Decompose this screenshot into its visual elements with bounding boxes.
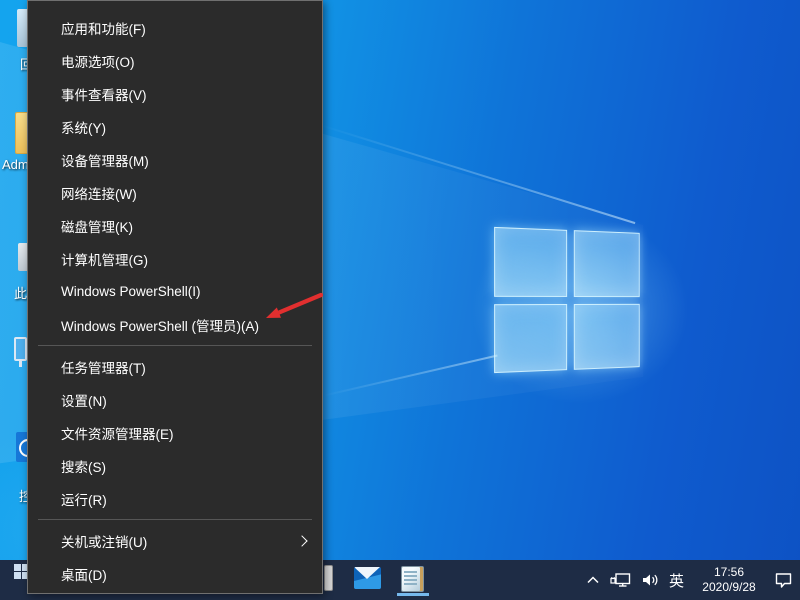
menu-item-file-explorer[interactable]: 文件资源管理器(E) (28, 416, 322, 449)
control-panel-icon[interactable] (16, 432, 27, 462)
shortcut-icon[interactable] (18, 243, 27, 271)
menu-item-label: Windows PowerShell(I) (61, 284, 201, 299)
mail-icon[interactable] (354, 567, 381, 589)
shortcut-label: 此 (14, 283, 27, 302)
folder-icon[interactable] (15, 112, 27, 154)
logo-pane (494, 304, 567, 374)
menu-item-event-viewer[interactable]: 事件查看器(V) (28, 77, 322, 110)
display-icon[interactable] (14, 337, 27, 361)
taskbar-clock[interactable]: 17:56 2020/9/28 (694, 565, 764, 595)
chevron-right-icon (296, 535, 307, 546)
menu-item-label: 电源选项(O) (61, 51, 135, 71)
menu-item-run[interactable]: 运行(R) (28, 482, 322, 515)
start-logo-pane (14, 572, 21, 579)
menu-item-label: 磁盘管理(K) (61, 216, 133, 236)
speaker-icon[interactable] (641, 573, 659, 587)
menu-item-label: 设备管理器(M) (61, 150, 149, 170)
menu-item-label: 设置(N) (61, 390, 107, 410)
menu-item-desktop[interactable]: 桌面(D) (28, 557, 322, 590)
logo-pane (573, 303, 639, 370)
menu-item-settings[interactable]: 设置(N) (28, 383, 322, 416)
menu-item-power-options[interactable]: 电源选项(O) (28, 44, 322, 77)
menu-separator (38, 345, 312, 346)
menu-item-shutdown-signout[interactable]: 关机或注销(U) (28, 524, 322, 557)
menu-item-system[interactable]: 系统(Y) (28, 110, 322, 143)
menu-item-search[interactable]: 搜索(S) (28, 449, 322, 482)
menu-item-label: Windows PowerShell (管理员)(A) (61, 315, 259, 335)
folder-label: Adm (2, 157, 29, 172)
recycle-bin-icon[interactable] (17, 9, 27, 47)
windows-logo-wallpaper (494, 227, 640, 373)
menu-item-label: 应用和功能(F) (61, 18, 146, 38)
system-tray: 英 17:56 2020/9/28 (586, 560, 794, 600)
menu-item-label: 运行(R) (61, 489, 107, 509)
active-app-indicator (397, 593, 429, 596)
network-icon[interactable] (610, 572, 631, 588)
start-logo-pane (14, 564, 21, 571)
menu-item-label: 任务管理器(T) (61, 357, 146, 377)
menu-item-disk-management[interactable]: 磁盘管理(K) (28, 209, 322, 242)
menu-item-label: 事件查看器(V) (61, 84, 147, 104)
menu-item-network-connections[interactable]: 网络连接(W) (28, 176, 322, 209)
menu-item-task-manager[interactable]: 任务管理器(T) (28, 350, 322, 383)
logo-pane (573, 230, 639, 297)
menu-item-device-manager[interactable]: 设备管理器(M) (28, 143, 322, 176)
notepad-icon[interactable] (401, 566, 424, 592)
clock-date: 2020/9/28 (694, 580, 764, 595)
menu-item-label: 关机或注销(U) (61, 531, 147, 551)
logo-pane (494, 227, 567, 297)
desktop: 回 Adm 此 控 (0, 0, 800, 600)
menu-item-label: 搜索(S) (61, 456, 106, 476)
annotation-arrow-icon (253, 284, 331, 326)
menu-item-label: 网络连接(W) (61, 183, 137, 203)
menu-item-label: 文件资源管理器(E) (61, 423, 174, 443)
menu-item-label: 系统(Y) (61, 117, 106, 137)
menu-item-label: 桌面(D) (61, 564, 107, 584)
menu-item-computer-management[interactable]: 计算机管理(G) (28, 242, 322, 275)
ime-indicator[interactable]: 英 (669, 570, 684, 591)
taskbar-app-partial-icon[interactable] (324, 565, 333, 591)
action-center-icon[interactable] (774, 572, 794, 589)
clock-time: 17:56 (694, 565, 764, 580)
menu-item-apps-features[interactable]: 应用和功能(F) (28, 11, 322, 44)
menu-item-label: 计算机管理(G) (61, 249, 148, 269)
menu-separator (38, 519, 312, 520)
chevron-up-icon[interactable] (586, 574, 600, 586)
mail-fold (354, 567, 380, 579)
